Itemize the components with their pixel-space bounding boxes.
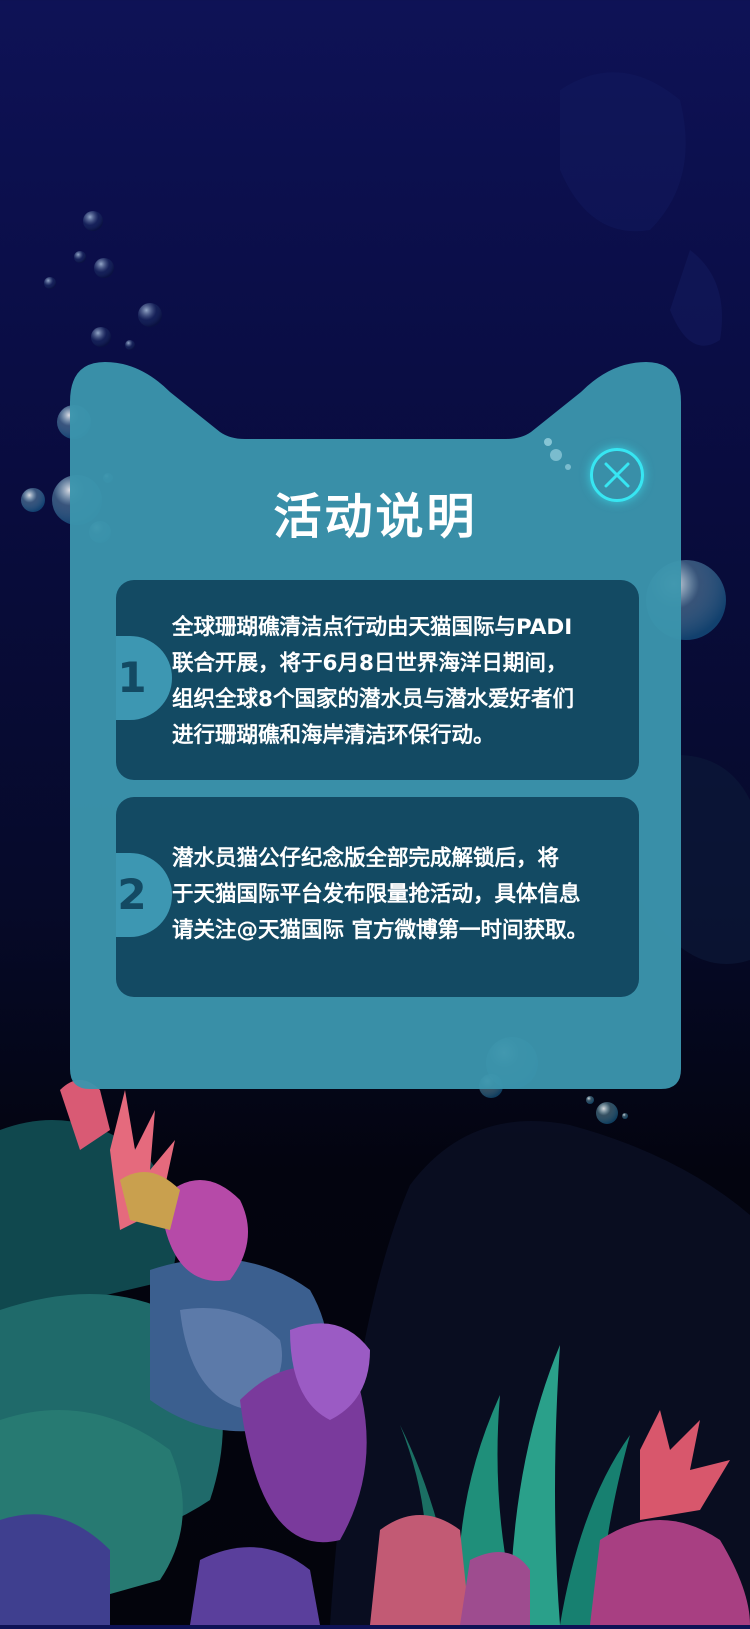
modal-title: 活动说明	[273, 489, 478, 545]
text-line: 于天猫国际平台发布限量抢活动，具体信息	[172, 882, 581, 907]
text-line: 潜水员猫公仔纪念版全部完成解锁后，将	[172, 846, 560, 871]
activity-info-modal: 活动说明 1 全球珊瑚礁清洁点行动由天猫国际与PADI 联合开展，将于6月8日世…	[70, 362, 681, 1089]
text-line: 进行珊瑚礁和海岸清洁环保行动。	[172, 723, 495, 748]
text-line: 全球珊瑚礁清洁点行动由天猫国际与PADI	[172, 615, 573, 640]
section-text: 潜水员猫公仔纪念版全部完成解锁后，将 于天猫国际平台发布限量抢活动，具体信息 请…	[172, 841, 632, 949]
text-line: 组织全球8个国家的潜水员与潜水爱好者们	[172, 687, 574, 712]
text-line: 联合开展，将于6月8日世界海洋日期间，	[172, 651, 568, 676]
section-number: 1	[117, 653, 147, 702]
section-number: 2	[117, 870, 147, 919]
rule-section-1: 1 全球珊瑚礁清洁点行动由天猫国际与PADI 联合开展，将于6月8日世界海洋日期…	[116, 580, 639, 780]
section-text: 全球珊瑚礁清洁点行动由天猫国际与PADI 联合开展，将于6月8日世界海洋日期间，…	[172, 610, 632, 754]
rule-section-2: 2 潜水员猫公仔纪念版全部完成解锁后，将 于天猫国际平台发布限量抢活动，具体信息…	[116, 797, 639, 997]
text-line: 请关注@天猫国际 官方微博第一时间获取。	[172, 918, 588, 943]
